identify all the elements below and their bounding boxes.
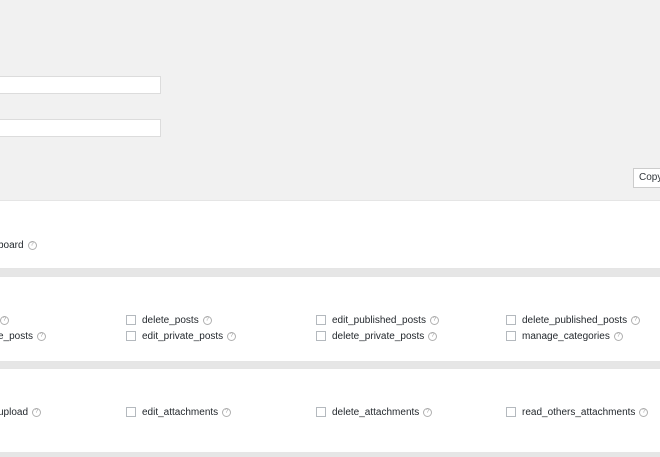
capability-edit-published-posts[interactable]: edit_published_posts ? bbox=[316, 313, 439, 327]
capability-checkbox[interactable] bbox=[126, 331, 136, 341]
capability-label: delete_private_posts bbox=[332, 330, 425, 342]
capability-upload-files[interactable]: upload ? bbox=[0, 405, 42, 419]
capability-label: manage_categories bbox=[522, 330, 610, 342]
capability-checkbox[interactable] bbox=[316, 315, 326, 325]
help-icon[interactable]: ? bbox=[27, 240, 37, 250]
capability-manage-categories[interactable]: manage_categories ? bbox=[506, 329, 623, 343]
capability-label: e_posts bbox=[0, 330, 34, 342]
capability-checkbox[interactable] bbox=[316, 407, 326, 417]
help-icon[interactable]: ? bbox=[227, 331, 237, 341]
capability-read-others-attachments[interactable]: read_others_attachments ? bbox=[506, 405, 649, 419]
help-icon[interactable]: ? bbox=[423, 407, 433, 417]
capability-label: delete_posts bbox=[142, 314, 199, 326]
capability-label: delete_attachments bbox=[332, 406, 420, 418]
capability-label: edit_attachments bbox=[142, 406, 219, 418]
capability-checkbox[interactable] bbox=[506, 407, 516, 417]
help-icon[interactable]: ? bbox=[428, 331, 438, 341]
capability-label: read_others_attachments bbox=[522, 406, 636, 418]
capability-checkbox[interactable] bbox=[126, 315, 136, 325]
capability-posts-truncated[interactable]: ? bbox=[0, 313, 9, 327]
capability-label: edit_published_posts bbox=[332, 314, 426, 326]
media-section-body bbox=[0, 395, 660, 453]
capability-delete-posts[interactable]: delete_posts ? bbox=[126, 313, 212, 327]
capability-checkbox[interactable] bbox=[126, 407, 136, 417]
role-name-input[interactable] bbox=[0, 76, 161, 94]
general-section-body bbox=[0, 228, 660, 269]
section-divider bbox=[0, 452, 660, 457]
capability-edit-private-posts[interactable]: edit_private_posts ? bbox=[126, 329, 237, 343]
help-icon[interactable]: ? bbox=[639, 407, 649, 417]
general-section-header bbox=[0, 200, 660, 229]
help-icon[interactable]: ? bbox=[0, 315, 9, 325]
help-icon[interactable]: ? bbox=[32, 407, 42, 417]
help-icon[interactable]: ? bbox=[37, 331, 47, 341]
capability-private-posts-truncated[interactable]: e_posts ? bbox=[0, 329, 47, 343]
capability-edit-attachments[interactable]: edit_attachments ? bbox=[126, 405, 232, 419]
capability-delete-attachments[interactable]: delete_attachments ? bbox=[316, 405, 433, 419]
copy-button[interactable]: Copy bbox=[633, 168, 660, 188]
capability-label: board bbox=[0, 239, 24, 251]
capability-checkbox[interactable] bbox=[506, 331, 516, 341]
capability-label: edit_private_posts bbox=[142, 330, 224, 342]
help-icon[interactable]: ? bbox=[429, 315, 439, 325]
capability-checkbox[interactable] bbox=[506, 315, 516, 325]
capability-dashboard[interactable]: board ? bbox=[0, 238, 37, 252]
help-icon[interactable]: ? bbox=[202, 315, 212, 325]
posts-section-header bbox=[0, 276, 660, 305]
media-section-header bbox=[0, 368, 660, 396]
capability-delete-published-posts[interactable]: delete_published_posts ? bbox=[506, 313, 641, 327]
capability-label: delete_published_posts bbox=[522, 314, 628, 326]
capability-label: upload bbox=[0, 406, 29, 418]
role-slug-input[interactable] bbox=[0, 119, 161, 137]
help-icon[interactable]: ? bbox=[613, 331, 623, 341]
help-icon[interactable]: ? bbox=[222, 407, 232, 417]
capability-delete-private-posts[interactable]: delete_private_posts ? bbox=[316, 329, 438, 343]
section-divider bbox=[0, 269, 660, 276]
capability-checkbox[interactable] bbox=[316, 331, 326, 341]
help-icon[interactable]: ? bbox=[631, 315, 641, 325]
